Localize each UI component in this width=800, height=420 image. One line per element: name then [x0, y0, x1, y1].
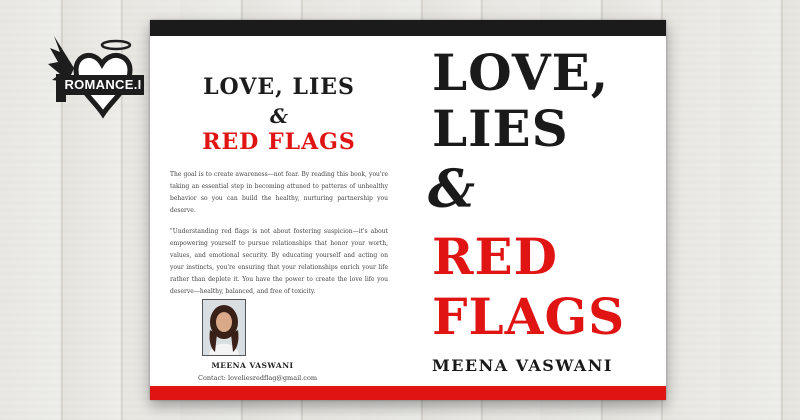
book-cover-spread: LOVE, LIES & RED FLAGS The goal is to cr…: [150, 20, 666, 400]
logo-label: ROMANCE.I: [62, 75, 144, 95]
back-paragraph-2: "Understanding red flags is not about fo…: [170, 228, 388, 295]
back-title-line2: RED FLAGS: [202, 129, 356, 155]
front-title-line3: RED: [432, 227, 559, 286]
front-title-line1: LOVE,: [432, 43, 610, 102]
front-title-ampersand: &: [428, 159, 475, 220]
back-title-ampersand: &: [269, 104, 289, 128]
back-paragraph-1: The goal is to create awareness—not fear…: [170, 171, 388, 214]
back-title-line1: LOVE, LIES: [203, 74, 355, 100]
top-black-band: [150, 20, 666, 36]
author-photo: [202, 299, 246, 356]
back-cover: LOVE, LIES & RED FLAGS The goal is to cr…: [150, 36, 408, 386]
front-title-line2: LIES: [432, 99, 569, 158]
front-author-name: MEENA VASWANI: [432, 356, 613, 375]
contact-email: Contact: loveliesredflag@gmail.com: [197, 374, 318, 382]
front-cover: LOVE, LIES & RED FLAGS MEENA VASWANI: [408, 36, 666, 386]
back-author-name: MEENA VASWANI: [211, 361, 294, 370]
bottom-red-band: [150, 386, 666, 400]
front-title-line4: FLAGS: [432, 287, 626, 346]
